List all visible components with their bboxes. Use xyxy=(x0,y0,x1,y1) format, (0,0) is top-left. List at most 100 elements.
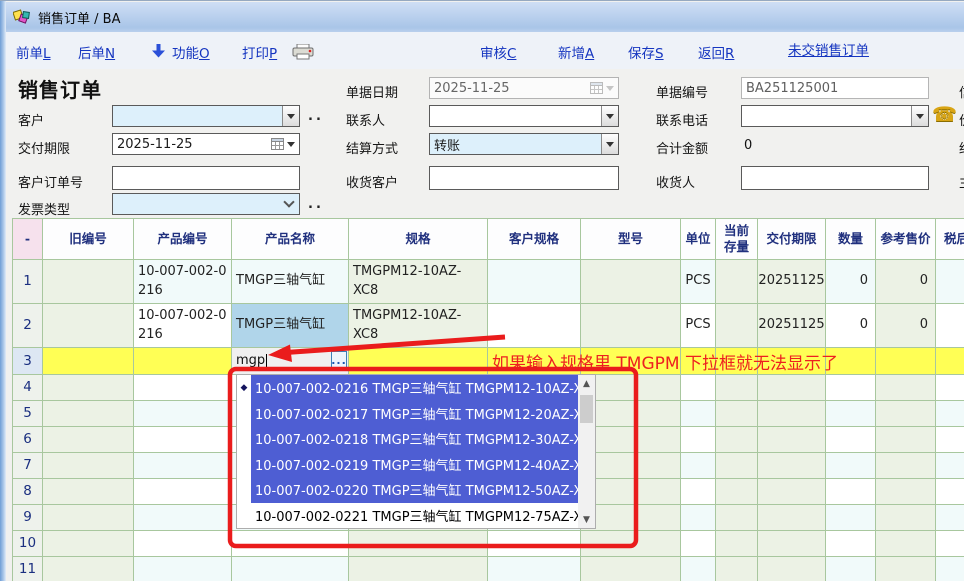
contact-dropdown-button[interactable] xyxy=(601,106,618,126)
cell-spec[interactable] xyxy=(349,531,488,557)
cell-stock[interactable] xyxy=(716,479,758,505)
cell-tax[interactable] xyxy=(936,427,964,453)
customer-combobox[interactable] xyxy=(112,105,300,127)
cell-spec[interactable] xyxy=(349,557,488,581)
cell-product-name[interactable]: TMGP三轴气缸 xyxy=(232,260,349,304)
cell-stock[interactable] xyxy=(716,453,758,479)
cell-product-no[interactable] xyxy=(134,453,232,479)
cell-product-name[interactable]: TMGP三轴气缸 xyxy=(232,304,349,348)
cell-product-no[interactable] xyxy=(134,427,232,453)
cell-unit[interactable] xyxy=(681,557,716,581)
print-button[interactable]: 打印P xyxy=(242,42,277,62)
cell-qty[interactable] xyxy=(826,557,876,581)
scroll-down-icon[interactable]: ▼ xyxy=(578,511,595,528)
column-header[interactable]: 旧编号 xyxy=(43,219,134,260)
cell-tax[interactable] xyxy=(936,479,964,505)
cell-ref-price[interactable] xyxy=(876,557,936,581)
cell-old-no[interactable] xyxy=(43,304,134,348)
phone-icon[interactable]: ☎ xyxy=(932,102,957,126)
add-button[interactable]: 新增A xyxy=(558,42,594,62)
dropdown-scrollbar[interactable]: ▲ ▼ xyxy=(578,375,595,528)
cell-spec[interactable]: TMGPM12-10AZ-XC8 xyxy=(349,304,488,348)
cell-model[interactable] xyxy=(581,505,681,531)
cell-model[interactable] xyxy=(581,453,681,479)
column-header[interactable]: 规格 xyxy=(349,219,488,260)
cell-qty[interactable] xyxy=(826,505,876,531)
cell-delivery[interactable]: 20251125 xyxy=(758,304,826,348)
product-name-edit-cell[interactable]: mgp ... xyxy=(232,348,349,375)
cell-stock[interactable] xyxy=(716,427,758,453)
table-row[interactable]: 1 10-007-002-0216 TMGP三轴气缸 TMGPM12-10AZ-… xyxy=(13,260,964,304)
dropdown-item[interactable]: 10-007-002-0220 TMGP三轴气缸 TMGPM12-50AZ-XC… xyxy=(237,477,578,503)
cell-ref-price[interactable]: 0 xyxy=(876,260,936,304)
cell-unit[interactable]: PCS xyxy=(681,260,716,304)
cell-old-no[interactable] xyxy=(43,427,134,453)
cell-customer-spec[interactable] xyxy=(488,531,581,557)
row-number[interactable]: 3 xyxy=(13,348,43,375)
cell-stock[interactable] xyxy=(716,375,758,401)
customer-browse-button[interactable]: .. xyxy=(308,109,324,124)
cell-delivery[interactable] xyxy=(758,479,826,505)
cell-model[interactable] xyxy=(581,531,681,557)
cell-old-no[interactable] xyxy=(43,479,134,505)
customer-po-input[interactable] xyxy=(112,166,300,190)
cell-model[interactable] xyxy=(581,375,681,401)
cell-qty[interactable] xyxy=(826,531,876,557)
cell-product-no[interactable] xyxy=(134,375,232,401)
cell-model[interactable] xyxy=(581,479,681,505)
invoice-type-combobox[interactable] xyxy=(112,193,300,215)
cell-delivery[interactable]: 20251125 xyxy=(758,260,826,304)
receiving-customer-input[interactable] xyxy=(429,166,619,190)
audit-button[interactable]: 审核C xyxy=(480,42,516,62)
cell-ref-price[interactable] xyxy=(876,401,936,427)
cell-qty[interactable] xyxy=(826,479,876,505)
dropdown-item[interactable]: 10-007-002-0218 TMGP三轴气缸 TMGPM12-30AZ-XC… xyxy=(237,426,578,452)
cell-ref-price[interactable] xyxy=(876,479,936,505)
cell-old-no[interactable] xyxy=(43,348,134,375)
cell-tax[interactable] xyxy=(936,453,964,479)
row-number[interactable]: 9 xyxy=(13,505,43,531)
cell-product-name[interactable] xyxy=(232,557,349,581)
cell-ref-price[interactable] xyxy=(876,453,936,479)
row-number[interactable]: 4 xyxy=(13,375,43,401)
cell-old-no[interactable] xyxy=(43,531,134,557)
column-header[interactable]: 产品编号 xyxy=(134,219,232,260)
cell-delivery[interactable] xyxy=(758,505,826,531)
cell-delivery[interactable] xyxy=(758,427,826,453)
cell-model[interactable] xyxy=(581,557,681,581)
cell-qty[interactable]: 0 xyxy=(826,304,876,348)
receiver-input[interactable] xyxy=(741,166,929,190)
cell-ref-price[interactable] xyxy=(876,531,936,557)
cell-tax[interactable] xyxy=(936,260,964,304)
column-header[interactable]: 参考售价 xyxy=(876,219,936,260)
pending-sales-orders-link[interactable]: 未交销售订单 xyxy=(788,39,869,59)
prev-doc-button[interactable]: 前单L xyxy=(16,42,51,62)
column-header[interactable]: 交付期限 xyxy=(758,219,826,260)
row-number[interactable]: 6 xyxy=(13,427,43,453)
product-lookup-dropdown[interactable]: ◆ 10-007-002-0216 TMGP三轴气缸 TMGPM12-10AZ-… xyxy=(236,374,596,529)
row-number[interactable]: 5 xyxy=(13,401,43,427)
scroll-up-icon[interactable]: ▲ xyxy=(578,375,595,392)
cell-old-no[interactable] xyxy=(43,557,134,581)
cell-unit[interactable] xyxy=(681,479,716,505)
cell-product-name[interactable] xyxy=(232,531,349,557)
cell-delivery[interactable] xyxy=(758,557,826,581)
function-menu-button[interactable]: 功能O xyxy=(172,42,210,62)
next-doc-button[interactable]: 后单N xyxy=(78,42,115,62)
save-button[interactable]: 保存S xyxy=(628,42,664,62)
cell-unit[interactable] xyxy=(681,531,716,557)
scrollbar-thumb[interactable] xyxy=(580,395,593,423)
cell-spec[interactable]: TMGPM12-10AZ-XC8 xyxy=(349,260,488,304)
cell-product-no[interactable] xyxy=(134,531,232,557)
customer-dropdown-button[interactable] xyxy=(282,106,299,126)
cell-product-no[interactable] xyxy=(134,348,232,375)
cell-product-no[interactable]: 10-007-002-0216 xyxy=(134,304,232,348)
cell-model[interactable] xyxy=(581,260,681,304)
cell-product-no[interactable] xyxy=(134,479,232,505)
cell-tax[interactable] xyxy=(936,531,964,557)
cell-qty[interactable] xyxy=(826,401,876,427)
product-name-edit-value[interactable]: mgp xyxy=(233,352,265,370)
column-header[interactable]: 税后 xyxy=(936,219,964,260)
table-row[interactable]: 2 10-007-002-0216 TMGP三轴气缸 TMGPM12-10AZ-… xyxy=(13,304,964,348)
dropdown-item[interactable]: 10-007-002-0217 TMGP三轴气缸 TMGPM12-20AZ-XC… xyxy=(237,401,578,427)
